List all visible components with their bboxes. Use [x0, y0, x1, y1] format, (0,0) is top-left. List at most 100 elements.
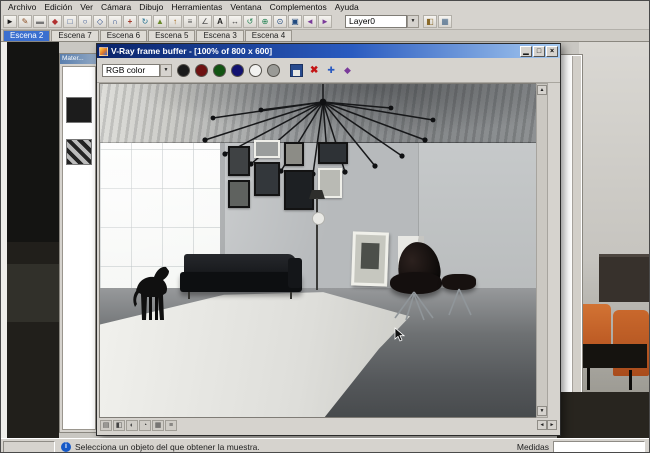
- material-thumbnail[interactable]: [66, 139, 92, 165]
- background-panel-scrollbar[interactable]: [572, 56, 581, 430]
- stats-icon[interactable]: ▤: [100, 419, 112, 431]
- wall-frame: [318, 142, 348, 164]
- model-olive-band: [7, 264, 59, 322]
- minimize-button[interactable]: ▁: [520, 45, 532, 57]
- close-button[interactable]: ×: [546, 45, 558, 57]
- arc-tool-icon[interactable]: ∩: [108, 14, 122, 28]
- line-tool-icon[interactable]: ✎: [18, 14, 32, 28]
- select-tool-icon[interactable]: ►: [3, 14, 17, 28]
- chair-leg: [629, 370, 632, 390]
- rectangle-tool-icon[interactable]: □: [63, 14, 77, 28]
- main-toolbar: ► ✎ ▬ ◆ □ ○ ◇ ∩ + ↻ ▲ ↑ ≡ ∠ A ↔ ↺ ⊕ ⊙ ▣ …: [1, 13, 649, 30]
- vfb-title-bar[interactable]: V-Ray frame buffer - [100% of 800 x 600]…: [97, 44, 560, 58]
- tab-escena-5[interactable]: Escena 5: [148, 30, 196, 41]
- layer-combo: Layer0 ▼: [345, 14, 419, 28]
- menu-ayuda[interactable]: Ayuda: [331, 2, 363, 12]
- lamp-globe: [312, 212, 325, 225]
- menu-edicion[interactable]: Edición: [40, 2, 76, 12]
- wall-frame: [284, 142, 304, 166]
- offset-tool-icon[interactable]: ≡: [183, 14, 197, 28]
- vfb-vertical-scrollbar[interactable]: ▲ ▼: [536, 83, 548, 418]
- clear-image-icon[interactable]: ✖: [310, 64, 318, 77]
- scroll-down-icon[interactable]: ▼: [537, 406, 547, 416]
- next-view-icon[interactable]: ►: [318, 14, 332, 28]
- scale-tool-icon[interactable]: ▲: [153, 14, 167, 28]
- sofa-seat: [180, 272, 302, 292]
- vfb-toolbar: RGB color ▼ ✖ ✚ ◆: [97, 58, 560, 83]
- channel-select[interactable]: RGB color: [102, 63, 160, 77]
- mono-channel-icon[interactable]: [267, 63, 280, 77]
- sofa-leg: [290, 292, 292, 299]
- exposure-icon[interactable]: ◔: [139, 419, 151, 431]
- push-pull-tool-icon[interactable]: ↑: [168, 14, 182, 28]
- scroll-right-icon[interactable]: ►: [547, 420, 557, 430]
- channels-icon[interactable]: ▦: [152, 419, 164, 431]
- alpha-channel-icon[interactable]: [249, 63, 262, 77]
- save-image-icon[interactable]: [290, 63, 303, 77]
- zoom-tool-icon[interactable]: ⊙: [273, 14, 287, 28]
- move-tool-icon[interactable]: +: [123, 14, 137, 28]
- region-render-icon[interactable]: ◆: [344, 64, 351, 77]
- menu-dibujo[interactable]: Dibujo: [135, 2, 167, 12]
- channel-dropdown-arrow-icon[interactable]: ▼: [160, 63, 172, 77]
- leaning-frame: [351, 231, 389, 287]
- menu-complementos[interactable]: Complementos: [266, 2, 331, 12]
- blue-channel-icon[interactable]: [231, 63, 244, 77]
- render-last-icon[interactable]: ✚: [327, 64, 335, 77]
- menu-archivo[interactable]: Archivo: [4, 2, 40, 12]
- scroll-up-icon[interactable]: ▲: [537, 85, 547, 95]
- scroll-left-icon[interactable]: ◄: [537, 420, 547, 430]
- tape-measure-tool-icon[interactable]: ∠: [198, 14, 212, 28]
- layer-manager-icon[interactable]: ◧: [423, 14, 437, 28]
- material-thumbnail[interactable]: [66, 97, 92, 123]
- options-icon[interactable]: ≡: [165, 419, 177, 431]
- dimension-tool-icon[interactable]: ↔: [228, 14, 242, 28]
- vfb-title-text: V-Ray frame buffer - [100% of 800 x 600]: [111, 46, 273, 56]
- vfb-body: ▲ ▼: [99, 83, 558, 418]
- eames-lounge-chair: [386, 239, 486, 322]
- model-viewport[interactable]: Mater... V-Ray frame buffer - [100% of 8…: [1, 42, 649, 438]
- status-hint-text: Selecciona un objeto del que obtener la …: [75, 441, 260, 452]
- measurements-input[interactable]: [553, 440, 645, 452]
- model-dark-geometry-top: [7, 42, 59, 242]
- styles-icon[interactable]: ▦: [438, 14, 452, 28]
- polygon-tool-icon[interactable]: ◇: [93, 14, 107, 28]
- model-orange-chairs: [577, 300, 649, 392]
- tab-escena-3[interactable]: Escena 3: [196, 30, 244, 41]
- zoom-extents-tool-icon[interactable]: ▣: [288, 14, 302, 28]
- tab-escena-6[interactable]: Escena 6: [99, 30, 148, 41]
- orbit-tool-icon[interactable]: ↺: [243, 14, 257, 28]
- text-tool-icon[interactable]: A: [213, 14, 227, 28]
- sofa-leg: [188, 292, 190, 299]
- rgb-channel-icon[interactable]: [177, 63, 190, 77]
- red-channel-icon[interactable]: [195, 63, 208, 77]
- tab-escena-7[interactable]: Escena 7: [51, 30, 99, 41]
- menu-ventana[interactable]: Ventana: [226, 2, 265, 12]
- wall-frame: [228, 146, 250, 176]
- scene-tabs-bar: Escena 2 Escena 7 Escena 6 Escena 5 Esce…: [1, 30, 649, 42]
- layer-dropdown-arrow-icon[interactable]: ▼: [407, 14, 419, 28]
- previous-view-icon[interactable]: ◄: [303, 14, 317, 28]
- menu-bar: Archivo Edición Ver Cámara Dibujo Herram…: [1, 1, 649, 13]
- tab-escena-2[interactable]: Escena 2: [3, 30, 51, 41]
- tab-escena-4[interactable]: Escena 4: [244, 30, 293, 41]
- menu-herramientas[interactable]: Herramientas: [167, 2, 226, 12]
- maximize-button[interactable]: □: [533, 45, 545, 57]
- status-bar: i Selecciona un objeto del que obtener l…: [1, 438, 649, 452]
- paint-bucket-tool-icon[interactable]: ◆: [48, 14, 62, 28]
- menu-camara[interactable]: Cámara: [97, 2, 135, 12]
- render-area[interactable]: [99, 83, 536, 418]
- sofa-armrest: [288, 258, 302, 288]
- orange-chair-base: [581, 344, 647, 368]
- eraser-tool-icon[interactable]: ▬: [33, 14, 47, 28]
- model-dark-floor: [557, 392, 649, 438]
- layer-select[interactable]: Layer0: [345, 14, 407, 28]
- history-icon[interactable]: ◧: [113, 419, 125, 431]
- color-correction-icon[interactable]: ◐: [126, 419, 138, 431]
- menu-ver[interactable]: Ver: [76, 2, 97, 12]
- rotate-tool-icon[interactable]: ↻: [138, 14, 152, 28]
- green-channel-icon[interactable]: [213, 63, 226, 77]
- circle-tool-icon[interactable]: ○: [78, 14, 92, 28]
- pan-tool-icon[interactable]: ⊕: [258, 14, 272, 28]
- hscroll-arrows: ◄ ►: [537, 420, 557, 430]
